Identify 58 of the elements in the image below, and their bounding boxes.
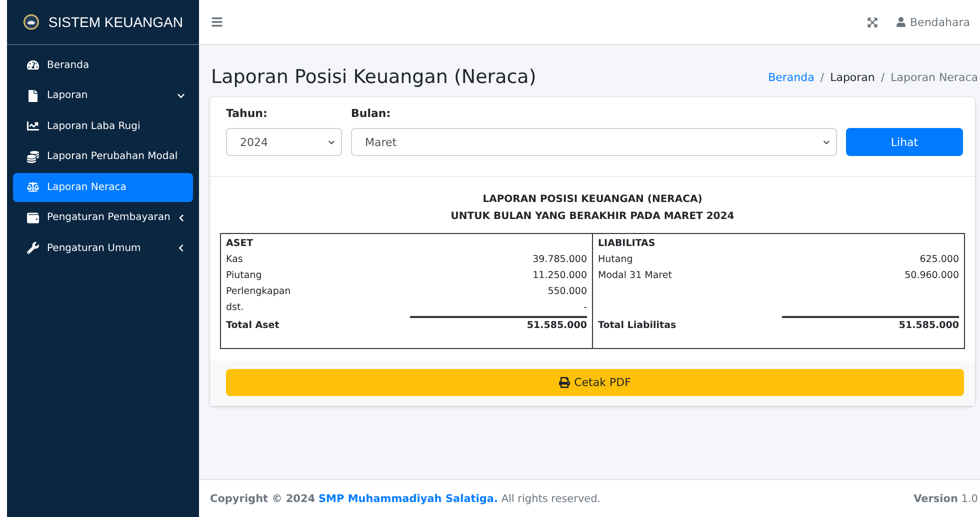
breadcrumb-item: Laporan Neraca <box>890 70 978 84</box>
caret-icon <box>823 138 830 146</box>
field-label: Bulan: <box>351 107 392 120</box>
sidebar-item[interactable]: Pengaturan Umum <box>13 234 193 262</box>
account-value: 50.960.000 <box>904 269 959 283</box>
total-label: Total Liabilitas <box>598 319 676 333</box>
school-link[interactable]: SMP Muhammadiyah Salatiga. <box>318 492 498 504</box>
year-select[interactable]: 2024 <box>226 128 342 156</box>
account-value: - <box>584 301 587 315</box>
page-title: Laporan Posisi Keuangan (Neraca) <box>211 66 536 88</box>
copyright-text: Copyright © 2024 SMP Muhammadiyah Salatiga. All rights reserved. <box>210 492 601 504</box>
field-label: Tahun: <box>226 107 268 120</box>
breadcrumb-item[interactable]: Laporan <box>830 70 875 84</box>
fullscreen-icon[interactable] <box>867 16 878 28</box>
view-button[interactable]: Lihat <box>846 128 963 156</box>
scale-icon <box>27 181 39 194</box>
month-select[interactable]: Maret <box>351 128 837 156</box>
logo-icon <box>23 12 40 32</box>
sidebar-item[interactable]: Pengaturan Pembayaran <box>13 204 193 232</box>
wrench-icon <box>27 242 39 254</box>
breadcrumb-separator: / <box>820 70 824 84</box>
account-value: 11.250.000 <box>532 269 587 283</box>
account-label: Piutang <box>226 269 262 283</box>
sidebar-item[interactable]: Laporan <box>13 82 193 110</box>
total-label: Total Aset <box>226 319 280 333</box>
report-subtitle: UNTUK BULAN YANG BERAKHIR PADA MARET 2024 <box>450 210 736 224</box>
print-button[interactable]: Cetak PDF <box>226 369 964 396</box>
line-chart-icon <box>27 120 39 132</box>
version-text: Version 1.0 <box>914 492 978 504</box>
file-icon <box>27 90 39 102</box>
menu-icon[interactable] <box>211 16 223 28</box>
account-value: 625.000 <box>920 253 959 267</box>
account-value: 550.000 <box>548 285 587 299</box>
sidebar-item[interactable]: Beranda <box>13 51 193 80</box>
app-title: SISTEM KEUANGAN <box>48 14 183 30</box>
sidebar-item[interactable]: Laporan Laba Rugi <box>13 112 193 140</box>
coins-icon <box>27 150 39 163</box>
sidebar-item[interactable]: Laporan Perubahan Modal <box>13 142 193 171</box>
total-value: 51.585.000 <box>526 319 587 333</box>
caret-icon <box>328 138 335 146</box>
account-label: Kas <box>226 253 243 267</box>
section-heading: LIABILITAS <box>598 237 656 251</box>
user-icon <box>896 17 906 27</box>
account-label: dst. <box>226 301 244 315</box>
wallet-icon <box>27 212 39 224</box>
total-value: 51.585.000 <box>898 319 959 333</box>
breadcrumb-separator: / <box>880 70 885 84</box>
account-label: Hutang <box>598 253 633 267</box>
account-label: Modal 31 Maret <box>598 269 672 283</box>
account-value: 39.785.000 <box>532 253 587 267</box>
user-menu[interactable]: Bendahara <box>896 16 970 28</box>
sidebar-item[interactable]: Laporan Neraca <box>13 173 193 202</box>
gauge-icon <box>27 59 39 72</box>
section-heading: ASET <box>226 237 254 251</box>
printer-icon <box>559 377 570 388</box>
report-title: LAPORAN POSISI KEUANGAN (NERACA) <box>482 193 704 207</box>
account-label: Perlengkapan <box>226 285 291 299</box>
breadcrumb-item[interactable]: Beranda <box>768 70 814 84</box>
